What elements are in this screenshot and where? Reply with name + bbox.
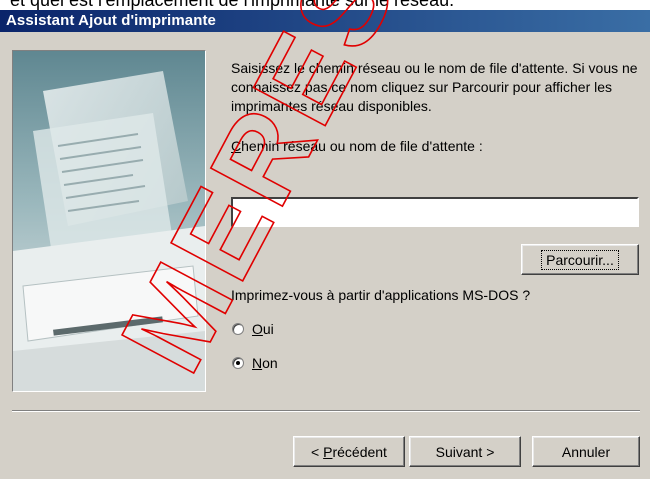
cancel-button-label: Annuler	[561, 443, 611, 460]
radio-non-circle-icon[interactable]	[232, 357, 244, 369]
radio-oui[interactable]: Oui	[232, 321, 274, 337]
radio-non[interactable]: Non	[232, 355, 278, 371]
wizard-illustration	[12, 50, 206, 392]
browse-button[interactable]: Parcourir...	[521, 244, 639, 275]
previous-button[interactable]: < Précédent	[293, 436, 405, 467]
next-button-label: Suivant >	[435, 443, 495, 460]
radio-oui-circle-icon[interactable]	[232, 323, 244, 335]
previous-prefix: <	[311, 443, 324, 460]
background-document-text: et quel est l'emplacement de l'imprimant…	[10, 0, 455, 10]
window-title-bar[interactable]: Assistant Ajout d'imprimante	[0, 10, 650, 32]
instructions-text: Saisissez le chemin réseau ou le nom de …	[231, 60, 642, 114]
radio-non-label-rest: on	[262, 355, 278, 371]
mnemonic-n: N	[252, 355, 263, 371]
background-document-strip: et quel est l'emplacement de l'imprimant…	[0, 0, 650, 10]
footer-separator	[12, 410, 640, 412]
network-path-input[interactable]	[231, 197, 639, 227]
radio-oui-label: Oui	[252, 321, 274, 337]
previous-button-label: < Précédent	[311, 444, 387, 460]
network-path-label: Chemin réseau ou nom de file d'attente :	[231, 138, 483, 154]
previous-label-rest: récédent	[332, 443, 387, 460]
printer-illustration-icon	[13, 71, 205, 391]
browse-button-label: Parcourir...	[541, 249, 619, 270]
radio-non-label: Non	[252, 355, 278, 371]
next-button[interactable]: Suivant >	[409, 436, 521, 467]
network-path-label-rest: hemin réseau ou nom de file d'attente :	[241, 138, 483, 154]
radio-oui-label-rest: ui	[262, 321, 274, 337]
mnemonic-c: C	[231, 138, 242, 154]
window-title: Assistant Ajout d'imprimante	[6, 12, 217, 29]
msdos-question: Imprimez-vous à partir d'applications MS…	[231, 287, 531, 303]
cancel-button[interactable]: Annuler	[532, 436, 640, 467]
mnemonic-o: O	[252, 321, 263, 337]
